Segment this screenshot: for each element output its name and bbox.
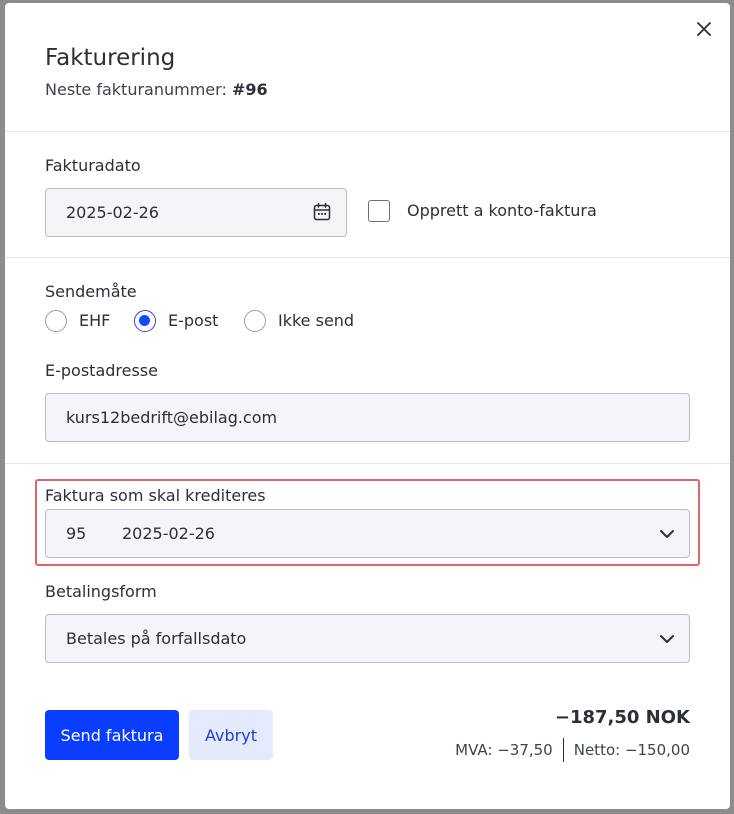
- on-account-label[interactable]: Opprett a konto-faktura: [407, 201, 597, 220]
- close-button[interactable]: [693, 18, 715, 40]
- credit-invoice-label: Faktura som skal krediteres: [45, 486, 266, 505]
- email-label: E-postadresse: [45, 361, 158, 380]
- next-invoice-value: #96: [231, 80, 268, 99]
- divider: [5, 257, 730, 258]
- radio-email-label[interactable]: E-post: [168, 311, 218, 330]
- totals-breakdown: MVA: −37,50 Netto: −150,00: [455, 738, 690, 762]
- radio-do-not-send[interactable]: [244, 310, 266, 332]
- send-invoice-button[interactable]: Send faktura: [45, 710, 179, 760]
- credit-invoice-number: 95: [66, 524, 87, 543]
- payment-label: Betalingsform: [45, 582, 157, 601]
- invoice-date-field[interactable]: 2025-02-26: [45, 188, 347, 237]
- next-invoice-number: Neste fakturanummer: #96: [45, 80, 268, 99]
- radio-email[interactable]: [134, 310, 156, 332]
- radio-ehf[interactable]: [45, 310, 67, 332]
- modal-title: Fakturering: [45, 45, 176, 71]
- vat-amount: MVA: −37,50: [455, 741, 553, 759]
- next-invoice-label: Neste fakturanummer:: [45, 80, 227, 99]
- divider: [5, 463, 730, 464]
- net-amount: Netto: −150,00: [573, 741, 690, 759]
- invoice-date-value: 2025-02-26: [66, 203, 159, 222]
- credit-invoice-date: 2025-02-26: [122, 524, 215, 543]
- credit-invoice-select[interactable]: 95 2025-02-26: [45, 509, 690, 558]
- total-amount: −187,50 NOK: [554, 707, 690, 728]
- divider: [5, 131, 730, 132]
- email-value: kurs12bedrift@ebilag.com: [66, 408, 278, 427]
- chevron-down-icon: [660, 530, 674, 538]
- radio-ehf-label[interactable]: EHF: [79, 311, 110, 330]
- separator: [562, 738, 564, 762]
- invoice-date-label: Fakturadato: [45, 156, 141, 175]
- payment-value: Betales på forfallsdato: [66, 629, 247, 648]
- cancel-button[interactable]: Avbryt: [189, 710, 273, 760]
- on-account-checkbox[interactable]: [368, 200, 390, 222]
- chevron-down-icon: [660, 635, 674, 643]
- calendar-icon[interactable]: [312, 202, 332, 222]
- email-field[interactable]: kurs12bedrift@ebilag.com: [45, 393, 690, 442]
- invoice-modal: Fakturering Neste fakturanummer: #96 Fak…: [5, 3, 730, 809]
- send-method-label: Sendemåte: [45, 282, 137, 301]
- payment-select[interactable]: Betales på forfallsdato: [45, 614, 690, 663]
- close-icon: [697, 22, 711, 36]
- radio-do-not-send-label[interactable]: Ikke send: [278, 311, 354, 330]
